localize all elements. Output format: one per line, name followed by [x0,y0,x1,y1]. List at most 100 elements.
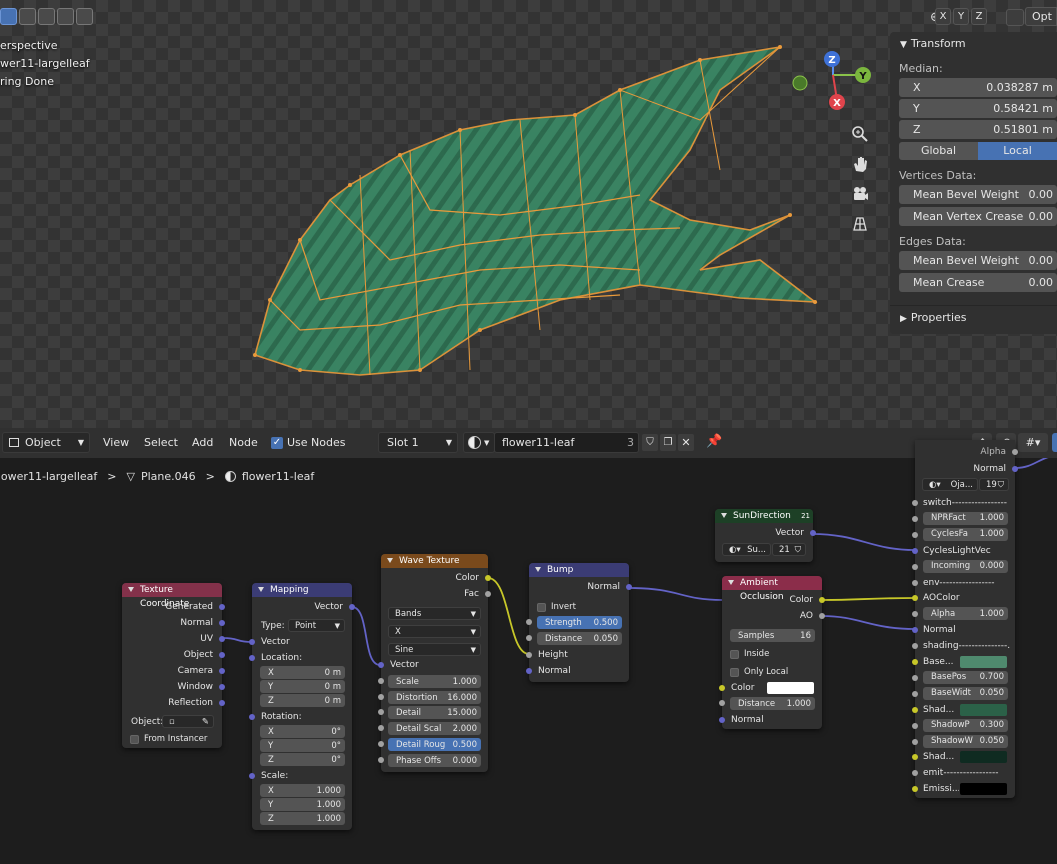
socket-input[interactable] [719,685,725,691]
local-button[interactable]: Local [978,142,1057,160]
group-input-field[interactable]: BaseWidt 0.050 [923,686,1008,700]
material-users-count[interactable]: 3 [627,436,634,449]
group-input-field[interactable]: BasePos 0.700 [923,670,1008,684]
socket-input[interactable] [249,639,255,645]
socket-output[interactable] [219,620,225,626]
group-output-normal[interactable]: Normal [915,462,1018,476]
tc-output-normal[interactable]: Normal [122,616,225,630]
properties-panel-header[interactable]: ▶ Properties [890,305,1057,329]
duplicate-material-icon[interactable]: ❐ [660,434,676,451]
select-subtract-icon[interactable] [38,8,55,25]
sun-direction-title[interactable]: SunDirection 21 [715,509,813,523]
breadcrumb-material[interactable]: flower11-leaf [242,470,314,483]
group-users[interactable]: 19 ⛉ [979,478,1009,491]
socket-input[interactable] [378,694,384,700]
group-input-row[interactable]: Emissi... [912,782,1015,796]
from-instancer-checkbox[interactable]: From Instancer [130,734,207,744]
zoom-icon[interactable] [848,122,872,146]
brush-icon[interactable] [1006,9,1024,26]
group-output-alpha[interactable]: Alpha [915,445,1018,459]
location-z-field[interactable]: Z 0 m [260,694,345,707]
rotation-z-field[interactable]: Z 0° [260,753,345,766]
median-z-field[interactable]: Z 0.51801 m [899,120,1057,139]
fake-user-shield-icon[interactable]: ⛉ [642,434,658,451]
socket-input[interactable] [912,531,918,538]
group-input-row[interactable]: shading---------------... [912,639,1015,653]
axis-x-button[interactable]: X [935,8,951,25]
bump-node[interactable]: Bump Normal Invert Strength 0.500 Distanc… [526,563,632,682]
mapping-output-vector[interactable]: Vector [252,600,355,614]
mapping-node[interactable]: Mapping Vector Type: Point ▼ Vector Locat… [249,583,355,830]
socket-output[interactable] [810,530,816,536]
tc-output-object[interactable]: Object [122,648,225,662]
ao-inside-checkbox[interactable]: Inside [730,649,769,659]
mapping-location-row[interactable]: Location: [249,651,352,665]
bump-input-normal[interactable]: Normal [526,664,629,678]
socket-input[interactable] [912,770,918,777]
socket-input[interactable] [912,563,918,570]
select-mode-buttons[interactable] [0,8,93,25]
texture-coordinate-node[interactable]: Texture Coordinate Generated Normal UV O… [122,583,225,748]
group-input-row[interactable]: ShadowW 0.050 [912,734,1015,749]
socket-input[interactable] [912,643,918,650]
mode-dropdown[interactable]: Object ▼ [2,432,90,453]
group-input-row[interactable]: BasePos 0.700 [912,670,1015,685]
texture-coordinate-title[interactable]: Texture Coordinate [122,583,222,609]
socket-input[interactable] [378,725,384,731]
edge-crease-field[interactable]: Mean Crease 0.00 [899,273,1057,292]
socket-output[interactable] [819,597,825,603]
group-input-row[interactable]: ShadowP 0.300 [912,718,1015,733]
socket-input[interactable] [912,547,918,554]
axis-y-button[interactable]: Y [953,8,969,25]
global-button[interactable]: Global [899,142,978,160]
add-menu[interactable]: Add [192,436,213,449]
mapping-scale-row[interactable]: Scale: [249,769,352,783]
group-input-row[interactable]: BaseWidt 0.050 [912,686,1015,701]
wave-type-dropdown[interactable]: Bands ▼ [388,607,481,620]
select-box-icon[interactable] [0,8,17,25]
sun-group-users[interactable]: 21 ⛉ [772,543,806,556]
group-node-browse[interactable]: ◐▾ Oja... [922,478,978,491]
group-input-row[interactable]: CyclesFa 1.000 [912,527,1015,542]
socket-output[interactable] [819,613,825,619]
socket-input[interactable] [912,515,918,522]
perspective-grid-icon[interactable] [848,212,872,236]
bump-invert-checkbox[interactable]: Invert [537,602,576,612]
socket-input[interactable] [526,635,532,641]
group-input-field[interactable]: ShadowP 0.300 [923,718,1008,732]
pan-hand-icon[interactable] [848,152,872,176]
breadcrumb-mesh[interactable]: Plane.046 [141,470,196,483]
material-name-field[interactable]: flower11-leaf 3 [494,432,639,453]
group-input-field[interactable]: CyclesFa 1.000 [923,527,1008,541]
group-input-field[interactable]: NPRFact 1.000 [923,511,1008,525]
socket-output[interactable] [219,668,225,674]
select-invert-icon[interactable] [57,8,74,25]
group-color-swatch[interactable] [960,783,1007,796]
group-input-field[interactable]: ShadowW 0.050 [923,734,1008,748]
pin-icon[interactable]: 📌 [706,434,722,449]
checkbox-icon[interactable] [130,734,139,744]
mapping-rotation-row[interactable]: Rotation: [249,710,352,724]
bump-strength-field[interactable]: Strength 0.500 [526,616,622,629]
ao-output-color[interactable]: Color [722,593,825,607]
checkbox-icon[interactable] [730,667,739,677]
3d-viewport[interactable]: erspective wer11-largelleaf ring Done ⊕ … [0,0,1057,428]
shader-group-node[interactable]: Alpha Normal ◐▾ Oja... 19 ⛉ switch--------… [912,440,1018,798]
socket-input[interactable] [378,678,384,684]
bump-distance-field[interactable]: Distance 0.050 [526,632,622,645]
group-input-row[interactable]: emit----------------- [912,766,1015,780]
socket-input[interactable] [912,690,918,697]
median-y-field[interactable]: Y 0.58421 m [899,99,1057,118]
socket-output[interactable] [349,604,355,610]
tc-object-field[interactable]: ▫ ✎ [162,715,214,728]
use-nodes-toggle[interactable]: ✓ Use Nodes [271,436,346,449]
socket-input[interactable] [912,722,918,729]
group-input-row[interactable]: Shad... [912,703,1015,717]
wave-direction-dropdown[interactable]: X ▼ [388,625,481,638]
socket-output[interactable] [626,584,632,590]
socket-input[interactable] [378,757,384,763]
options-button[interactable]: Opt [1025,7,1057,26]
socket-input[interactable] [912,595,918,602]
bump-title[interactable]: Bump [529,563,629,577]
socket-input[interactable] [378,709,384,715]
